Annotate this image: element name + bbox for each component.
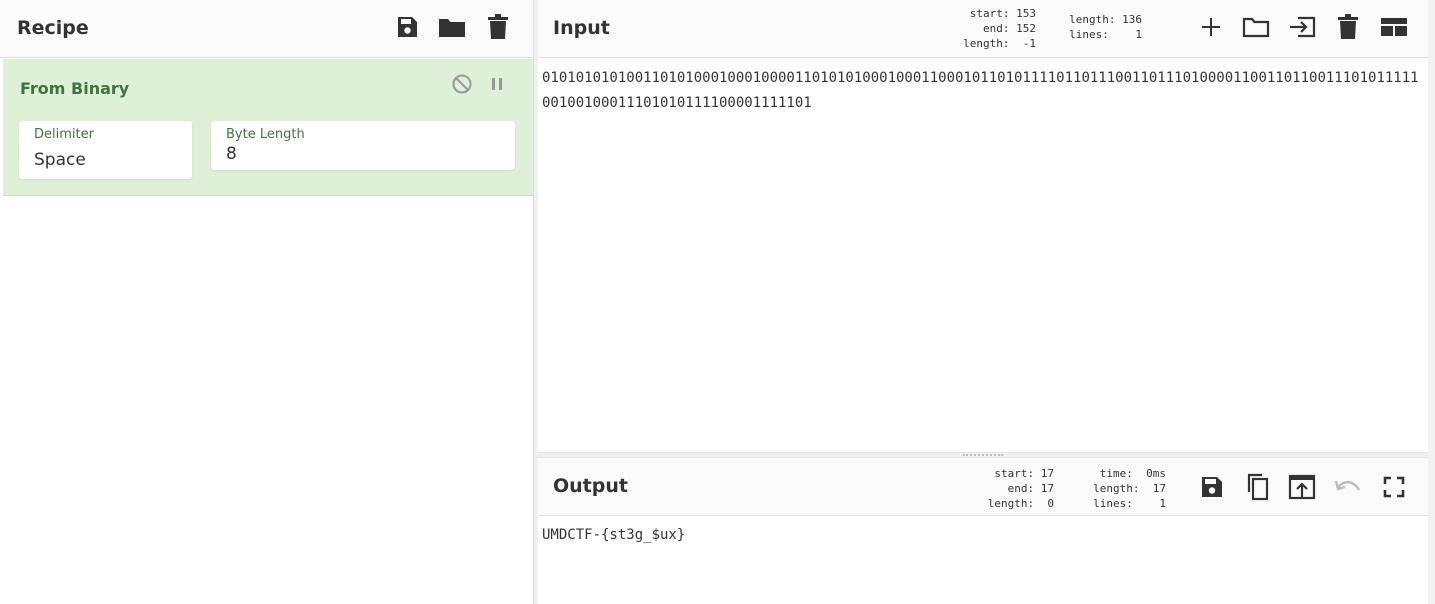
input-arrow-icon <box>1290 16 1316 38</box>
reset-layout-button[interactable] <box>1380 13 1408 41</box>
input-end-value: 152 <box>1016 22 1036 35</box>
disable-icon <box>452 74 472 94</box>
output-lines-value: 1 <box>1159 497 1166 510</box>
disable-operation-button[interactable] <box>450 72 474 96</box>
output-end-label: end: <box>1007 482 1035 495</box>
output-meta-stats: time: 0ms length: 17 lines: 1 <box>1068 466 1166 511</box>
save-recipe-button[interactable] <box>393 13 421 41</box>
trash-icon <box>1338 14 1358 39</box>
save-icon <box>1202 477 1222 497</box>
pause-icon <box>492 78 502 90</box>
input-lines-label: lines: <box>1069 28 1109 41</box>
input-pane: Input start: 153 end: 152 length: -1 len… <box>538 0 1428 452</box>
open-input-file-button[interactable] <box>1242 13 1270 41</box>
recipe-title: Recipe <box>17 17 89 39</box>
pause-operation-button[interactable] <box>485 72 509 96</box>
layout-icon <box>1381 18 1407 36</box>
output-header: Output start: 17 end: 17 length: 0 time:… <box>538 458 1428 516</box>
folder-icon <box>439 19 465 37</box>
input-header: Input start: 153 end: 152 length: -1 len… <box>538 0 1428 58</box>
trash-icon <box>488 14 508 39</box>
open-folder-input-button[interactable] <box>1288 13 1316 41</box>
operation-name: From Binary <box>20 79 130 98</box>
output-start-value: 17 <box>1040 467 1054 480</box>
clear-input-button[interactable] <box>1334 13 1362 41</box>
byte-length-field[interactable]: Byte Length 8 <box>211 121 515 170</box>
input-textarea[interactable]: 0101010101001101010001000100001101010100… <box>542 66 1420 116</box>
input-sel-length-value: -1 <box>1022 37 1036 50</box>
add-input-tab-button[interactable] <box>1197 13 1225 41</box>
delimiter-value[interactable]: Space <box>34 150 86 170</box>
output-sel-length-value: 0 <box>1047 497 1054 510</box>
upload-icon <box>1288 474 1316 500</box>
undo-switch-button[interactable] <box>1334 473 1362 501</box>
output-pane: Output start: 17 end: 17 length: 0 time:… <box>538 458 1428 604</box>
folder-open-icon <box>1242 17 1270 38</box>
input-lines-value: 1 <box>1135 28 1142 41</box>
byte-length-value[interactable]: 8 <box>226 144 237 164</box>
input-length-label: length: <box>1069 13 1116 26</box>
output-end-value: 17 <box>1040 482 1054 495</box>
output-text[interactable]: UMDCTF-{st3g_$ux} <box>542 523 1420 548</box>
output-start-label: start: <box>994 467 1035 480</box>
resize-grip <box>963 454 1003 456</box>
undo-icon <box>1334 480 1361 491</box>
plus-icon <box>1202 18 1220 36</box>
save-output-button[interactable] <box>1198 473 1226 501</box>
cyberchef-app: Recipe From Binary Delimiter Space Byte … <box>0 0 1435 604</box>
input-title: Input <box>553 17 610 39</box>
input-end-label: end: <box>983 22 1010 35</box>
byte-length-label: Byte Length <box>226 127 305 142</box>
input-sel-length-label: length: <box>963 37 1010 50</box>
delimiter-label: Delimiter <box>34 127 94 142</box>
copy-output-button[interactable] <box>1243 473 1271 501</box>
input-start-value: 153 <box>1016 7 1036 20</box>
input-length-value: 136 <box>1122 13 1142 26</box>
output-title: Output <box>553 475 628 497</box>
output-lines-label: lines: <box>1093 497 1133 510</box>
clear-recipe-button[interactable] <box>484 13 512 41</box>
scrollbar-gutter <box>1428 0 1435 604</box>
fullscreen-icon <box>1383 476 1405 498</box>
output-time-value: 0ms <box>1146 467 1166 480</box>
output-sel-length-label: length: <box>987 497 1035 510</box>
replace-input-button[interactable] <box>1288 473 1316 501</box>
delimiter-field[interactable]: Delimiter Space <box>19 121 192 179</box>
input-start-label: start: <box>969 7 1010 20</box>
copy-icon <box>1247 473 1269 501</box>
input-length-stats: length: 136 lines: 1 <box>1050 12 1142 42</box>
save-icon <box>398 17 417 37</box>
recipe-header: Recipe <box>0 0 533 58</box>
operation-from-binary[interactable]: From Binary Delimiter Space Byte Length <box>3 59 533 196</box>
recipe-pane: Recipe From Binary Delimiter Space Byte … <box>0 0 534 604</box>
output-time-label: time: <box>1099 467 1133 480</box>
output-selection-stats: start: 17 end: 17 length: 0 <box>968 466 1054 511</box>
maximise-output-button[interactable] <box>1380 473 1408 501</box>
output-length-label: length: <box>1093 482 1140 495</box>
output-length-value: 17 <box>1152 482 1166 495</box>
load-recipe-button[interactable] <box>438 13 466 41</box>
input-selection-stats: start: 153 end: 152 length: -1 <box>948 6 1036 51</box>
